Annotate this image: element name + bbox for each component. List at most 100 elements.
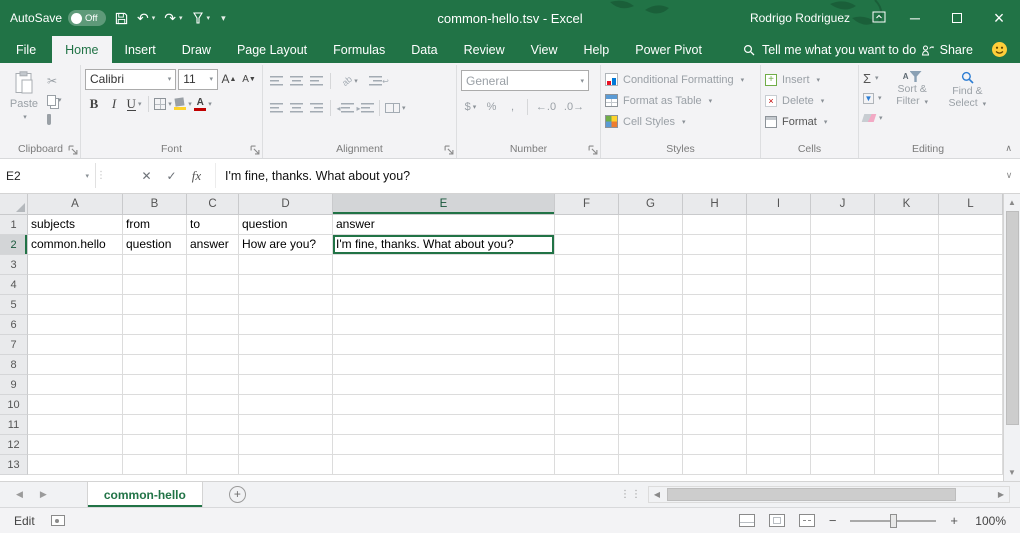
cell-K9[interactable]: [875, 375, 939, 395]
cell-G6[interactable]: [619, 315, 683, 335]
cell-B7[interactable]: [123, 335, 187, 355]
decrease-indent-button[interactable]: ◂: [336, 99, 354, 118]
horizontal-scrollbar-thumb[interactable]: [667, 488, 956, 501]
cell-I13[interactable]: [747, 455, 811, 475]
cell-G3[interactable]: [619, 255, 683, 275]
clipboard-dialog-launcher[interactable]: [68, 145, 78, 155]
cell-J4[interactable]: [811, 275, 875, 295]
cell-C9[interactable]: [187, 375, 239, 395]
align-left-button[interactable]: [267, 99, 285, 118]
tell-me-box[interactable]: Tell me what you want to do: [743, 36, 916, 63]
cell-E13[interactable]: [333, 455, 555, 475]
vertical-scrollbar[interactable]: ▲ ▼: [1003, 194, 1020, 481]
name-box-dropdown-icon[interactable]: ▾: [85, 172, 89, 180]
cell-I8[interactable]: [747, 355, 811, 375]
cell-K7[interactable]: [875, 335, 939, 355]
copy-button[interactable]: ▾: [47, 93, 62, 107]
tab-formulas[interactable]: Formulas: [320, 36, 398, 63]
increase-indent-button[interactable]: ▸: [356, 99, 374, 118]
orientation-button[interactable]: ab▾: [336, 72, 364, 91]
format-as-table-button[interactable]: Format as Table▾: [605, 91, 756, 110]
cell-A10[interactable]: [28, 395, 123, 415]
cell-D1[interactable]: question: [239, 215, 333, 235]
cell-J9[interactable]: [811, 375, 875, 395]
cell-I1[interactable]: [747, 215, 811, 235]
cell-B6[interactable]: [123, 315, 187, 335]
touch-mode-button[interactable]: ▾: [192, 12, 211, 25]
cell-C13[interactable]: [187, 455, 239, 475]
cell-C1[interactable]: to: [187, 215, 239, 235]
maximize-button[interactable]: [936, 0, 978, 36]
redo-dropdown-icon[interactable]: ▾: [179, 14, 183, 22]
comma-style-button[interactable]: ,: [503, 98, 522, 116]
align-center-button[interactable]: [287, 99, 305, 118]
cell-F13[interactable]: [555, 455, 619, 475]
cell-C5[interactable]: [187, 295, 239, 315]
tab-power-pivot[interactable]: Power Pivot: [622, 36, 715, 63]
cell-K4[interactable]: [875, 275, 939, 295]
row-header-1[interactable]: 1: [0, 215, 28, 235]
cell-B12[interactable]: [123, 435, 187, 455]
customize-qat-button[interactable]: ▾: [219, 13, 226, 24]
column-header-C[interactable]: C: [187, 194, 239, 215]
cell-A1[interactable]: subjects: [28, 215, 123, 235]
insert-cells-button[interactable]: + Insert▾: [765, 70, 854, 89]
cell-F1[interactable]: [555, 215, 619, 235]
cell-L13[interactable]: [939, 455, 1003, 475]
decrease-decimal-button[interactable]: .0→: [561, 98, 587, 116]
cell-J8[interactable]: [811, 355, 875, 375]
cell-C11[interactable]: [187, 415, 239, 435]
cell-H10[interactable]: [683, 395, 747, 415]
column-header-J[interactable]: J: [811, 194, 875, 215]
tab-review[interactable]: Review: [451, 36, 518, 63]
decrease-font-size-button[interactable]: A▼: [240, 70, 258, 89]
row-header-11[interactable]: 11: [0, 415, 28, 435]
cancel-button[interactable]: ✕: [134, 169, 159, 183]
cell-B8[interactable]: [123, 355, 187, 375]
cell-J5[interactable]: [811, 295, 875, 315]
scroll-up-button[interactable]: ▲: [1008, 195, 1016, 210]
cell-J10[interactable]: [811, 395, 875, 415]
redo-button[interactable]: ↷▾: [164, 10, 182, 27]
cell-I6[interactable]: [747, 315, 811, 335]
scroll-right-button[interactable]: ▶: [993, 490, 1009, 499]
cell-G9[interactable]: [619, 375, 683, 395]
accounting-format-button[interactable]: $▾: [461, 98, 480, 116]
cell-A13[interactable]: [28, 455, 123, 475]
formula-bar-expand-button[interactable]: ∨: [998, 163, 1020, 188]
cell-C7[interactable]: [187, 335, 239, 355]
bold-button[interactable]: B: [85, 95, 103, 114]
tab-home[interactable]: Home: [52, 36, 111, 63]
autosave-toggle[interactable]: AutoSave Off: [10, 10, 106, 26]
cell-E11[interactable]: [333, 415, 555, 435]
ribbon-display-options-button[interactable]: [864, 11, 894, 26]
cell-J3[interactable]: [811, 255, 875, 275]
cell-L8[interactable]: [939, 355, 1003, 375]
cell-I12[interactable]: [747, 435, 811, 455]
cell-A12[interactable]: [28, 435, 123, 455]
cell-H4[interactable]: [683, 275, 747, 295]
cell-L1[interactable]: [939, 215, 1003, 235]
cell-H2[interactable]: [683, 235, 747, 255]
cell-styles-button[interactable]: Cell Styles▾: [605, 112, 756, 131]
cell-I10[interactable]: [747, 395, 811, 415]
user-name[interactable]: Rodrigo Rodriguez: [750, 11, 850, 25]
increase-decimal-button[interactable]: ←.0: [533, 98, 559, 116]
font-dialog-launcher[interactable]: [250, 145, 260, 155]
tab-page-layout[interactable]: Page Layout: [224, 36, 320, 63]
cell-J13[interactable]: [811, 455, 875, 475]
cell-B4[interactable]: [123, 275, 187, 295]
cell-H3[interactable]: [683, 255, 747, 275]
formula-input[interactable]: I'm fine, thanks. What about you?: [215, 163, 998, 188]
cell-D8[interactable]: [239, 355, 333, 375]
row-header-4[interactable]: 4: [0, 275, 28, 295]
cell-H8[interactable]: [683, 355, 747, 375]
font-name-combo[interactable]: Calibri▾: [85, 69, 176, 90]
cell-F12[interactable]: [555, 435, 619, 455]
cell-D2[interactable]: How are you?: [239, 235, 333, 255]
cell-K13[interactable]: [875, 455, 939, 475]
cell-K1[interactable]: [875, 215, 939, 235]
percent-style-button[interactable]: %: [482, 98, 501, 116]
cell-H6[interactable]: [683, 315, 747, 335]
column-header-G[interactable]: G: [619, 194, 683, 215]
